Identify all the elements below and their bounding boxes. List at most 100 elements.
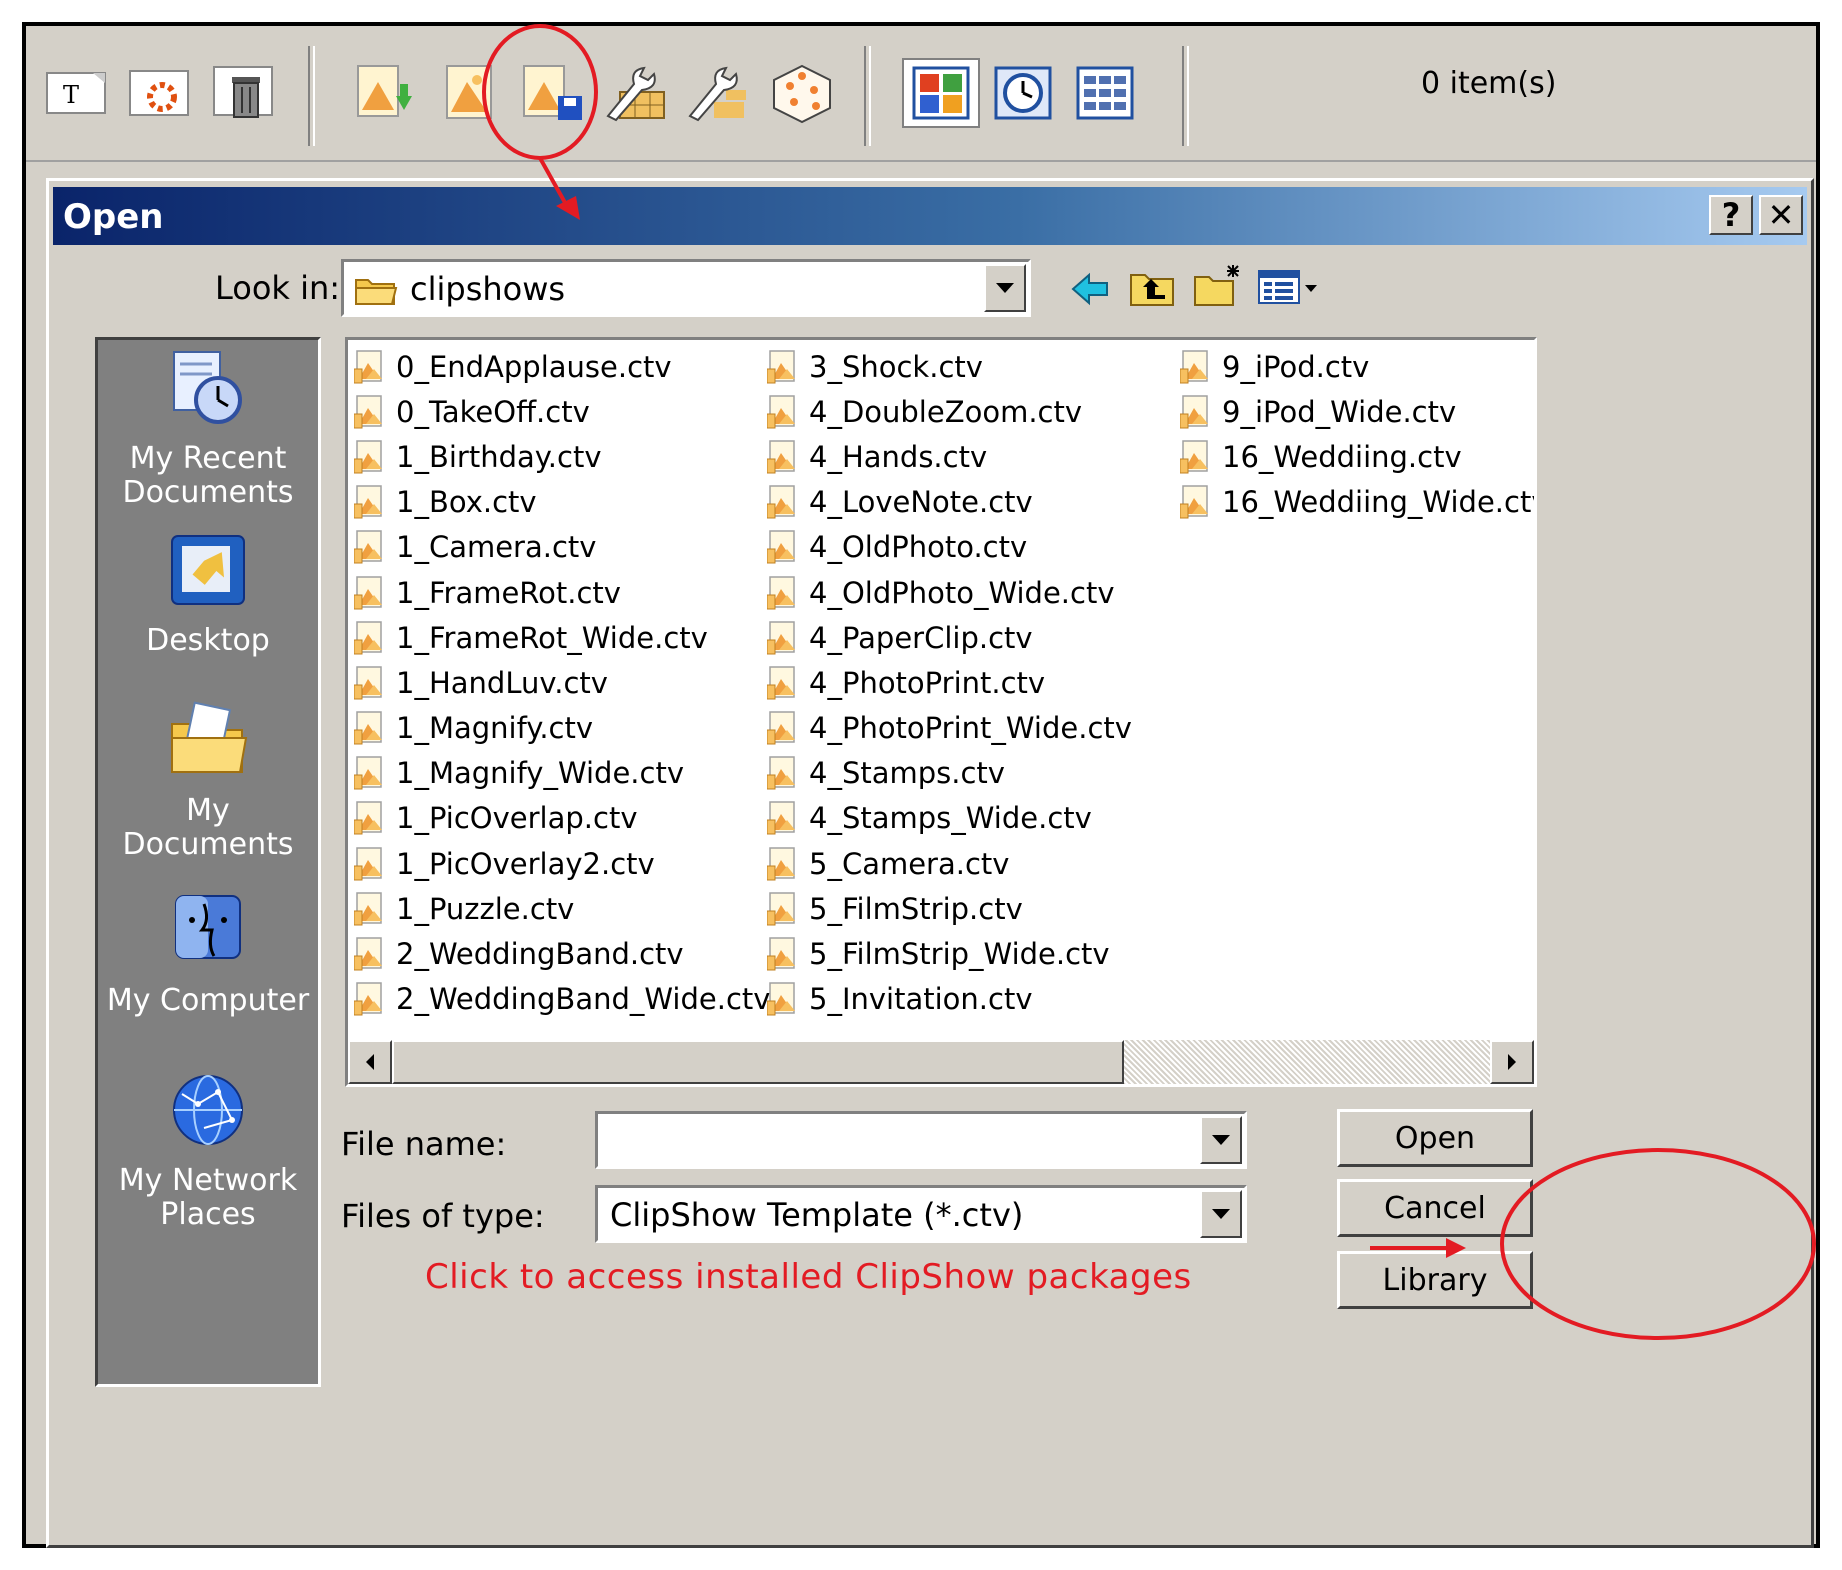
place-my-documents[interactable]: My Documents (98, 700, 318, 862)
file-name: 5_Invitation.ctv (809, 982, 1033, 1017)
file-name: 4_PhotoPrint_Wide.ctv (809, 711, 1132, 746)
file-item[interactable]: 4_Hands.ctv (761, 434, 1132, 479)
look-in-dropdown[interactable]: clipshows (341, 259, 1031, 317)
save-clipshow-button[interactable] (514, 58, 592, 128)
details-view-button[interactable] (1066, 58, 1144, 128)
file-item[interactable]: 1_Birthday.ctv (348, 434, 770, 479)
thumbnail-view-button[interactable] (902, 58, 980, 128)
file-item[interactable]: 4_PaperClip.ctv (761, 615, 1132, 660)
file-name: 4_OldPhoto_Wide.ctv (809, 575, 1115, 610)
ctv-file-icon (767, 666, 795, 700)
file-item[interactable]: 4_OldPhoto.ctv (761, 525, 1132, 570)
import-button[interactable] (346, 58, 424, 128)
up-folder-icon[interactable] (1129, 265, 1177, 309)
ctv-file-icon (354, 620, 382, 655)
file-item[interactable]: 1_Magnify_Wide.ctv (348, 751, 770, 796)
close-button[interactable]: ✕ (1759, 195, 1803, 235)
dice-icon (773, 64, 831, 124)
ctv-file-icon (354, 801, 382, 835)
dialog-title: Open (63, 197, 164, 237)
place-desktop[interactable]: Desktop (98, 530, 318, 658)
tools-button[interactable] (680, 58, 758, 128)
desktop-icon (171, 535, 245, 605)
timeline-view-button[interactable] (984, 58, 1062, 128)
look-in-dropdown-arrow[interactable] (984, 264, 1026, 312)
file-item[interactable]: 5_FilmStrip.ctv (761, 886, 1132, 931)
cancel-button[interactable]: Cancel (1337, 1179, 1533, 1237)
settings-button[interactable] (596, 58, 674, 128)
file-name: 4_PaperClip.ctv (809, 620, 1033, 655)
thumbnail-view-icon (912, 66, 970, 120)
file-item[interactable]: 2_WeddingBand.ctv (348, 931, 770, 976)
ctv-file-icon (354, 575, 382, 610)
file-item[interactable]: 1_Puzzle.ctv (348, 886, 770, 931)
file-item[interactable]: 5_Invitation.ctv (761, 977, 1132, 1022)
place-my-computer[interactable]: My Computer (98, 890, 318, 1018)
file-item[interactable]: 16_Weddiing_Wide.ctv (1174, 480, 1534, 525)
ctv-file-icon (1180, 485, 1208, 519)
import-file-icon (357, 65, 412, 117)
horizontal-scrollbar[interactable] (348, 1040, 1534, 1084)
file-column: 3_Shock.ctv 4_DoubleZoom.ctv 4_Hands.ctv 4_… (761, 344, 1132, 1022)
library-button[interactable]: Library (1337, 1251, 1533, 1309)
file-item[interactable]: 4_Stamps_Wide.ctv (761, 796, 1132, 841)
open-button[interactable]: Open (1337, 1109, 1533, 1167)
text-button[interactable]: T (38, 58, 116, 128)
file-item[interactable]: 4_PhotoPrint.ctv (761, 660, 1132, 705)
file-item[interactable]: 16_Weddiing.ctv (1174, 434, 1534, 479)
file-item[interactable]: 1_FrameRot_Wide.ctv (348, 615, 770, 660)
toolbar-separator (864, 46, 871, 146)
file-item[interactable]: 4_LoveNote.ctv (761, 480, 1132, 525)
file-type-dropdown-arrow[interactable] (1200, 1190, 1242, 1238)
file-item[interactable]: 1_PicOverlay2.ctv (348, 841, 770, 886)
file-name-input[interactable] (595, 1111, 1247, 1169)
ctv-file-icon (354, 846, 382, 881)
ctv-file-icon (767, 530, 795, 564)
file-item[interactable]: 0_TakeOff.ctv (348, 389, 770, 434)
help-button[interactable]: ? (1709, 195, 1753, 235)
open-clipshow-button[interactable] (431, 58, 509, 128)
file-item[interactable]: 4_PhotoPrint_Wide.ctv (761, 706, 1132, 751)
back-icon[interactable] (1069, 269, 1111, 309)
random-button[interactable] (764, 58, 842, 128)
file-name: 4_Hands.ctv (809, 439, 988, 474)
file-item[interactable]: 1_Camera.ctv (348, 525, 770, 570)
file-item[interactable]: 5_Camera.ctv (761, 841, 1132, 886)
file-name: 4_LoveNote.ctv (809, 485, 1033, 520)
place-my-network-places[interactable]: My Network Places (98, 1070, 318, 1232)
file-item[interactable]: 1_FrameRot.ctv (348, 570, 770, 615)
file-name: 0_EndApplause.ctv (396, 349, 672, 384)
file-name: 1_PicOverlap.ctv (396, 801, 638, 836)
file-list[interactable]: 0_EndApplause.ctv 0_TakeOff.ctv 1_Birthday… (345, 337, 1537, 1087)
ctv-file-icon (767, 620, 795, 655)
ctv-file-icon (354, 349, 382, 384)
file-item[interactable]: 1_PicOverlap.ctv (348, 796, 770, 841)
file-item[interactable]: 4_OldPhoto_Wide.ctv (761, 570, 1132, 615)
file-item[interactable]: 4_DoubleZoom.ctv (761, 389, 1132, 434)
file-item[interactable]: 5_FilmStrip_Wide.ctv (761, 931, 1132, 976)
scrollbar-thumb[interactable] (392, 1040, 1124, 1084)
file-item[interactable]: 1_Magnify.ctv (348, 706, 770, 751)
file-item[interactable]: 0_EndApplause.ctv (348, 344, 770, 389)
view-menu-icon[interactable] (1257, 269, 1321, 307)
ctv-file-icon (1180, 440, 1208, 474)
application-window: T 0 item(s) Open ? ✕ Look in: clipshows … (22, 22, 1820, 1548)
new-folder-icon[interactable] (1193, 261, 1243, 309)
delete-button[interactable] (206, 58, 284, 128)
file-name-dropdown-arrow[interactable] (1200, 1116, 1242, 1164)
effects-button[interactable] (122, 58, 200, 128)
file-item[interactable]: 3_Shock.ctv (761, 344, 1132, 389)
file-item[interactable]: 9_iPod.ctv (1174, 344, 1534, 389)
text-icon: T (46, 72, 106, 114)
file-item[interactable]: 1_Box.ctv (348, 480, 770, 525)
file-item[interactable]: 2_WeddingBand_Wide.ctv (348, 977, 770, 1022)
file-type-dropdown[interactable]: ClipShow Template (*.ctv) (595, 1185, 1247, 1243)
scroll-right-button[interactable] (1490, 1040, 1534, 1084)
dialog-titlebar[interactable]: Open ? ✕ (53, 187, 1807, 245)
file-item[interactable]: 9_iPod_Wide.ctv (1174, 389, 1534, 434)
place-my-recent-documents[interactable]: My Recent Documents (98, 348, 318, 510)
file-item[interactable]: 1_HandLuv.ctv (348, 660, 770, 705)
file-item[interactable]: 4_Stamps.ctv (761, 751, 1132, 796)
scroll-left-button[interactable] (348, 1040, 392, 1084)
ctv-file-icon (767, 395, 795, 429)
